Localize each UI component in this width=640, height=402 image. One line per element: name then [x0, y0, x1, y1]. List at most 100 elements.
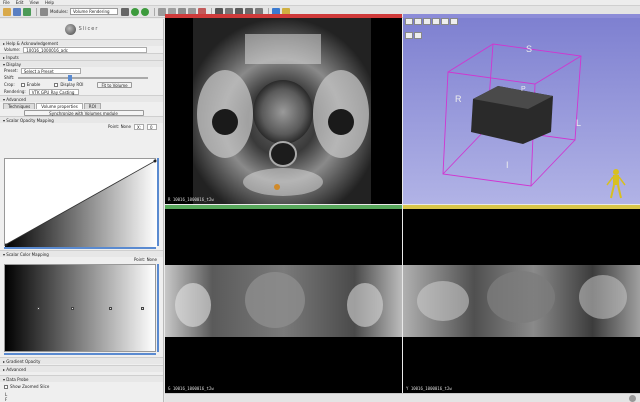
rectum [269, 141, 297, 167]
preset-selector[interactable]: Select a Preset [20, 67, 81, 74]
show-zoomed-label: Show Zoomed Slice [10, 384, 50, 389]
preset-row: Preset: Select a Preset [0, 67, 163, 74]
red-slice-view[interactable]: R 10016_1000016_t2w [165, 14, 402, 204]
color-point-4[interactable] [141, 307, 144, 310]
axis-label-s: S [526, 44, 533, 54]
green-slice-view[interactable]: G 10016_1000016_t2w [165, 205, 402, 393]
coronal-right-structure [347, 283, 383, 327]
enable-crop-label: Enable [26, 82, 41, 87]
toolbar-separator [153, 7, 155, 16]
crop-row: Crop: Enable Display ROI Fit to Volume [0, 81, 163, 88]
opacity-vertical-slider[interactable] [157, 158, 159, 246]
color-point-row: Point: None [130, 256, 157, 263]
toolbar-separator [36, 7, 37, 16]
three-d-scene[interactable] [403, 14, 640, 204]
shift-label: Shift: [4, 75, 15, 80]
axis-label-i: I [506, 160, 509, 170]
sagittal-prostate [487, 271, 555, 323]
left-femoral-head [212, 109, 238, 135]
back-arrow-icon[interactable] [130, 7, 139, 16]
enable-crop-checkbox[interactable] [20, 82, 25, 87]
opacity-point-row: Point: None X: 0 [0, 123, 163, 130]
menu-view[interactable]: View [29, 0, 39, 5]
gluteal-fat [243, 168, 323, 196]
shift-slider[interactable] [18, 74, 149, 81]
synchronize-button[interactable]: Synchronize with Volumes module [23, 109, 144, 116]
rendering-method-selector[interactable]: VTK GPU Ray Casting [28, 88, 79, 95]
volume-row: Volume: 10016_1000016_adc [0, 46, 163, 53]
menu-help[interactable]: Help [45, 0, 54, 5]
advanced-tabs: Techniques Volume properties ROI [0, 102, 163, 109]
inputs-section-header[interactable]: ▸ Inputs [0, 53, 163, 60]
color-point-label: Point: [134, 257, 146, 262]
display-roi-label: Display ROI [60, 82, 84, 87]
gradient-opacity-section-header[interactable]: ▸ Gradient Opacity [0, 357, 163, 364]
data-probe-section-label: Data Probe [6, 376, 29, 382]
opacity-transfer-function[interactable] [4, 158, 157, 247]
tab-volume-properties[interactable]: Volume properties [36, 103, 83, 109]
axis-label-r: R [455, 94, 462, 104]
prostate-gland [253, 80, 313, 144]
color-point-3[interactable] [109, 307, 112, 310]
human-orientation-icon [606, 169, 626, 199]
inputs-section-label: Inputs [6, 54, 19, 60]
color-point-2[interactable] [71, 307, 74, 310]
sagittal-left-structure [417, 281, 469, 321]
data-probe-section-header[interactable]: ▾ Data Probe [0, 375, 163, 382]
history-icon[interactable] [120, 7, 129, 16]
yellow-slice-view[interactable]: Y 10016_1000016_t2w [403, 205, 640, 393]
opacity-area [5, 161, 157, 247]
advanced2-section-header[interactable]: ▸ Advanced [0, 365, 163, 372]
red-slice-image[interactable] [165, 14, 402, 204]
color-point-1[interactable] [37, 307, 40, 310]
modules-label: Modules: [50, 9, 68, 14]
rendering-label: Rendering: [4, 89, 26, 94]
forward-arrow-icon[interactable] [140, 7, 149, 16]
display-section-header[interactable]: ▾ Display [0, 60, 163, 67]
axis-label-l: L [576, 118, 582, 128]
advanced2-section-label: Advanced [6, 366, 27, 372]
green-slice-image[interactable] [165, 205, 402, 393]
tab-roi[interactable]: ROI [83, 103, 101, 109]
opacity-curve-canvas[interactable] [4, 159, 157, 247]
yellow-slice-image[interactable] [403, 205, 640, 393]
shift-row: Shift: [0, 74, 163, 81]
module-selector[interactable]: Volume Rendering [69, 8, 118, 15]
advanced-section-label: Advanced [6, 96, 27, 102]
red-view-label: R 10016_1000016_t2w [168, 197, 214, 202]
error-log-icon[interactable] [629, 395, 636, 402]
slicer-logo-icon [64, 23, 76, 35]
axis-label-p: P [521, 86, 526, 93]
color-range-slider[interactable] [4, 353, 156, 355]
menu-file[interactable]: File [3, 0, 10, 5]
coronal-left-structure [175, 283, 211, 327]
show-zoomed-checkbox[interactable] [4, 384, 8, 389]
gradient-opacity-section-label: Gradient Opacity [6, 358, 41, 364]
sagittal-right-structure [579, 275, 627, 319]
opacity-range-slider[interactable] [4, 247, 156, 249]
sync-row: Synchronize with Volumes module [0, 109, 163, 116]
save-icon[interactable] [23, 7, 31, 16]
display-roi-checkbox[interactable] [54, 82, 59, 87]
orange-marker [274, 184, 280, 190]
opacity-y-field[interactable]: 0 [147, 123, 157, 130]
help-section-header[interactable]: ▸ Help & Acknowledgement [0, 39, 163, 46]
dicom-icon[interactable] [13, 7, 21, 16]
probe-info: L F B [5, 392, 8, 402]
scalar-color-section-label: Scalar Color Mapping [6, 251, 49, 257]
color-vertical-slider[interactable] [157, 264, 159, 352]
load-data-icon[interactable] [3, 7, 11, 16]
color-transfer-function[interactable] [4, 264, 156, 352]
fit-to-volume-button[interactable]: Fit to Volume [97, 81, 132, 88]
volume-selector[interactable]: 10016_1000016_adc [23, 46, 148, 53]
volume-label: Volume: [4, 47, 21, 52]
scalar-opacity-section-header[interactable]: ▾ Scalar Opacity Mapping [0, 116, 163, 123]
three-d-view[interactable]: S R P L I [403, 14, 640, 204]
advanced-section-header[interactable]: ▾ Advanced [0, 95, 163, 102]
opacity-x-field[interactable]: X: [134, 123, 144, 130]
tab-techniques[interactable]: Techniques [3, 103, 36, 109]
menu-edit[interactable]: Edit [16, 0, 24, 5]
module-panel: Slicer ▸ Help & Acknowledgement Volume: … [0, 19, 164, 402]
module-search-icon[interactable] [40, 7, 48, 16]
shift-slider-handle[interactable] [68, 74, 73, 81]
